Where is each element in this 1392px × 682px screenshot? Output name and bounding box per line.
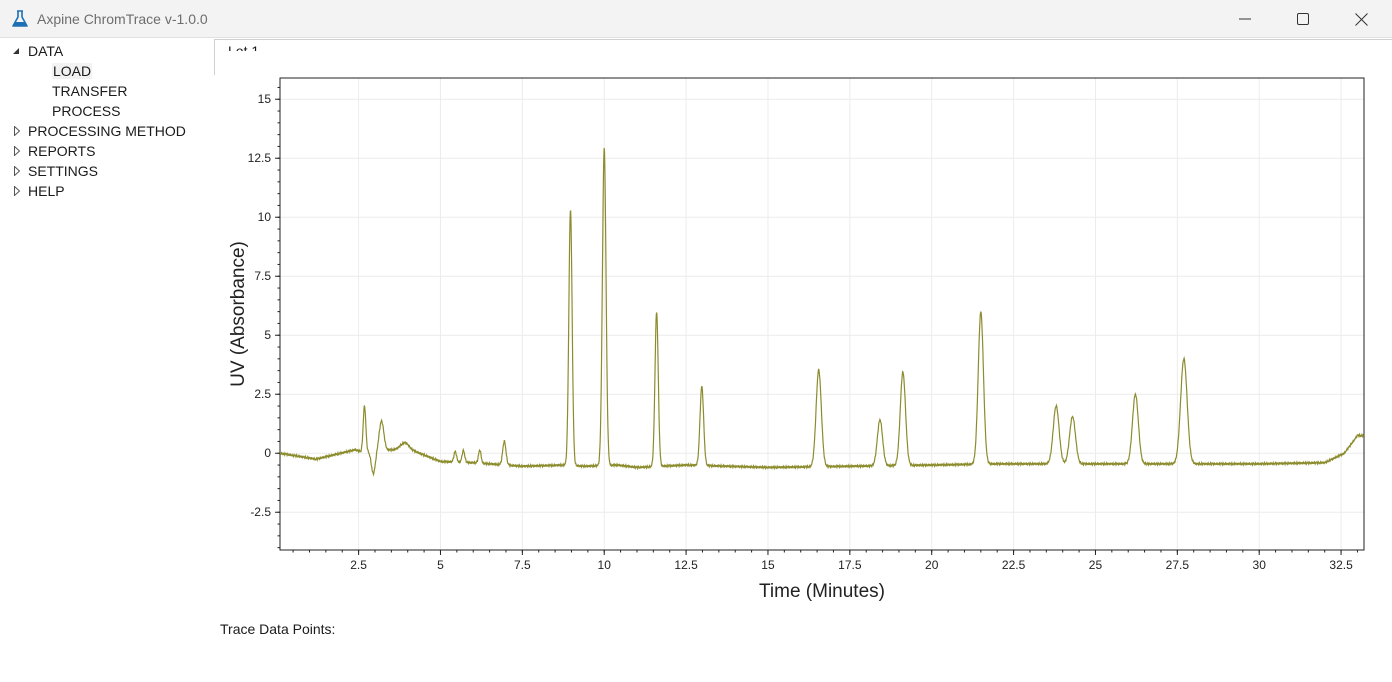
- trace-data-points-label: Trace Data Points:: [220, 621, 336, 637]
- x-tick-label: 32.5: [1329, 558, 1353, 572]
- tree-item-load[interactable]: LOAD: [52, 61, 93, 81]
- y-axis-label: UV (Absorbance): [228, 241, 249, 387]
- x-tick-label: 2.5: [350, 558, 367, 572]
- window-title: Axpine ChromTrace v-1.0.0: [37, 11, 208, 27]
- y-tick-label: 15: [258, 92, 272, 106]
- tree-item-reports[interactable]: REPORTS: [0, 141, 212, 161]
- tree-item-data[interactable]: DATA: [0, 41, 212, 61]
- flask-icon: [12, 10, 28, 27]
- close-button[interactable]: [1332, 0, 1390, 38]
- tree-label-settings: SETTINGS: [28, 163, 99, 179]
- tree-label-reports: REPORTS: [28, 143, 96, 159]
- tree-label-help: HELP: [28, 183, 65, 199]
- minimize-icon: [1239, 18, 1251, 20]
- x-tick-label: 5: [437, 558, 444, 572]
- y-tick-label: 10: [258, 210, 272, 224]
- chromatogram-plot[interactable]: 2.5 5 7.5 10 12.5 15 17.5 20 22.5 25 27.5 30 32.5 -2.…: [214, 76, 1365, 608]
- x-tick-label: 20: [925, 558, 939, 572]
- tree-item-processing-method[interactable]: PROCESSING METHOD: [0, 121, 212, 141]
- minimize-button[interactable]: [1216, 0, 1274, 38]
- collapsed-arrow-icon[interactable]: [12, 146, 22, 156]
- tree-item-transfer[interactable]: TRANSFER: [52, 81, 127, 101]
- x-axis-label: Time (Minutes): [759, 581, 885, 602]
- collapsed-arrow-icon[interactable]: [12, 166, 22, 176]
- content-panel: [214, 39, 1392, 75]
- y-tick-label: 12.5: [248, 151, 272, 165]
- x-tick-label: 7.5: [514, 558, 531, 572]
- x-tick-label: 30: [1253, 558, 1267, 572]
- tree-label-process: PROCESS: [52, 103, 121, 119]
- tab-header-fragment[interactable]: Lot 1: [228, 39, 259, 51]
- maximize-button[interactable]: [1274, 0, 1332, 38]
- x-tick-label: 22.5: [1002, 558, 1026, 572]
- x-tick-label: 17.5: [838, 558, 862, 572]
- x-tick-label: 15: [761, 558, 775, 572]
- tree-item-settings[interactable]: SETTINGS: [0, 161, 212, 181]
- tree-item-process[interactable]: PROCESS: [52, 101, 120, 121]
- y-tick-label: 7.5: [254, 269, 271, 283]
- close-icon: [1354, 12, 1368, 26]
- title-bar: Axpine ChromTrace v-1.0.0: [0, 0, 1392, 38]
- y-tick-label: 2.5: [254, 387, 271, 401]
- x-tick-label: 10: [598, 558, 612, 572]
- collapsed-arrow-icon[interactable]: [12, 186, 22, 196]
- x-tick-label: 25: [1089, 558, 1103, 572]
- tree-item-help[interactable]: HELP: [0, 181, 212, 201]
- x-tick-label: 12.5: [674, 558, 698, 572]
- chromatogram-chart[interactable]: 2.5 5 7.5 10 12.5 15 17.5 20 22.5 25 27.5 30 32.5 -2.…: [214, 76, 1365, 608]
- expanded-arrow-icon[interactable]: [11, 46, 21, 56]
- y-tick-label: 0: [264, 446, 271, 460]
- tree-label-transfer: TRANSFER: [52, 83, 128, 99]
- tree-label-load: LOAD: [52, 63, 93, 79]
- navigation-tree: DATA LOAD TRANSFER PROCESS PROCESSING ME…: [0, 39, 212, 682]
- y-tick-label: 5: [264, 328, 271, 342]
- tree-label-processing-method: PROCESSING METHOD: [28, 123, 186, 139]
- collapsed-arrow-icon[interactable]: [12, 126, 22, 136]
- y-tick-label: -2.5: [250, 505, 271, 519]
- maximize-icon: [1297, 13, 1309, 25]
- x-tick-label: 27.5: [1166, 558, 1190, 572]
- tree-label-data: DATA: [28, 43, 64, 59]
